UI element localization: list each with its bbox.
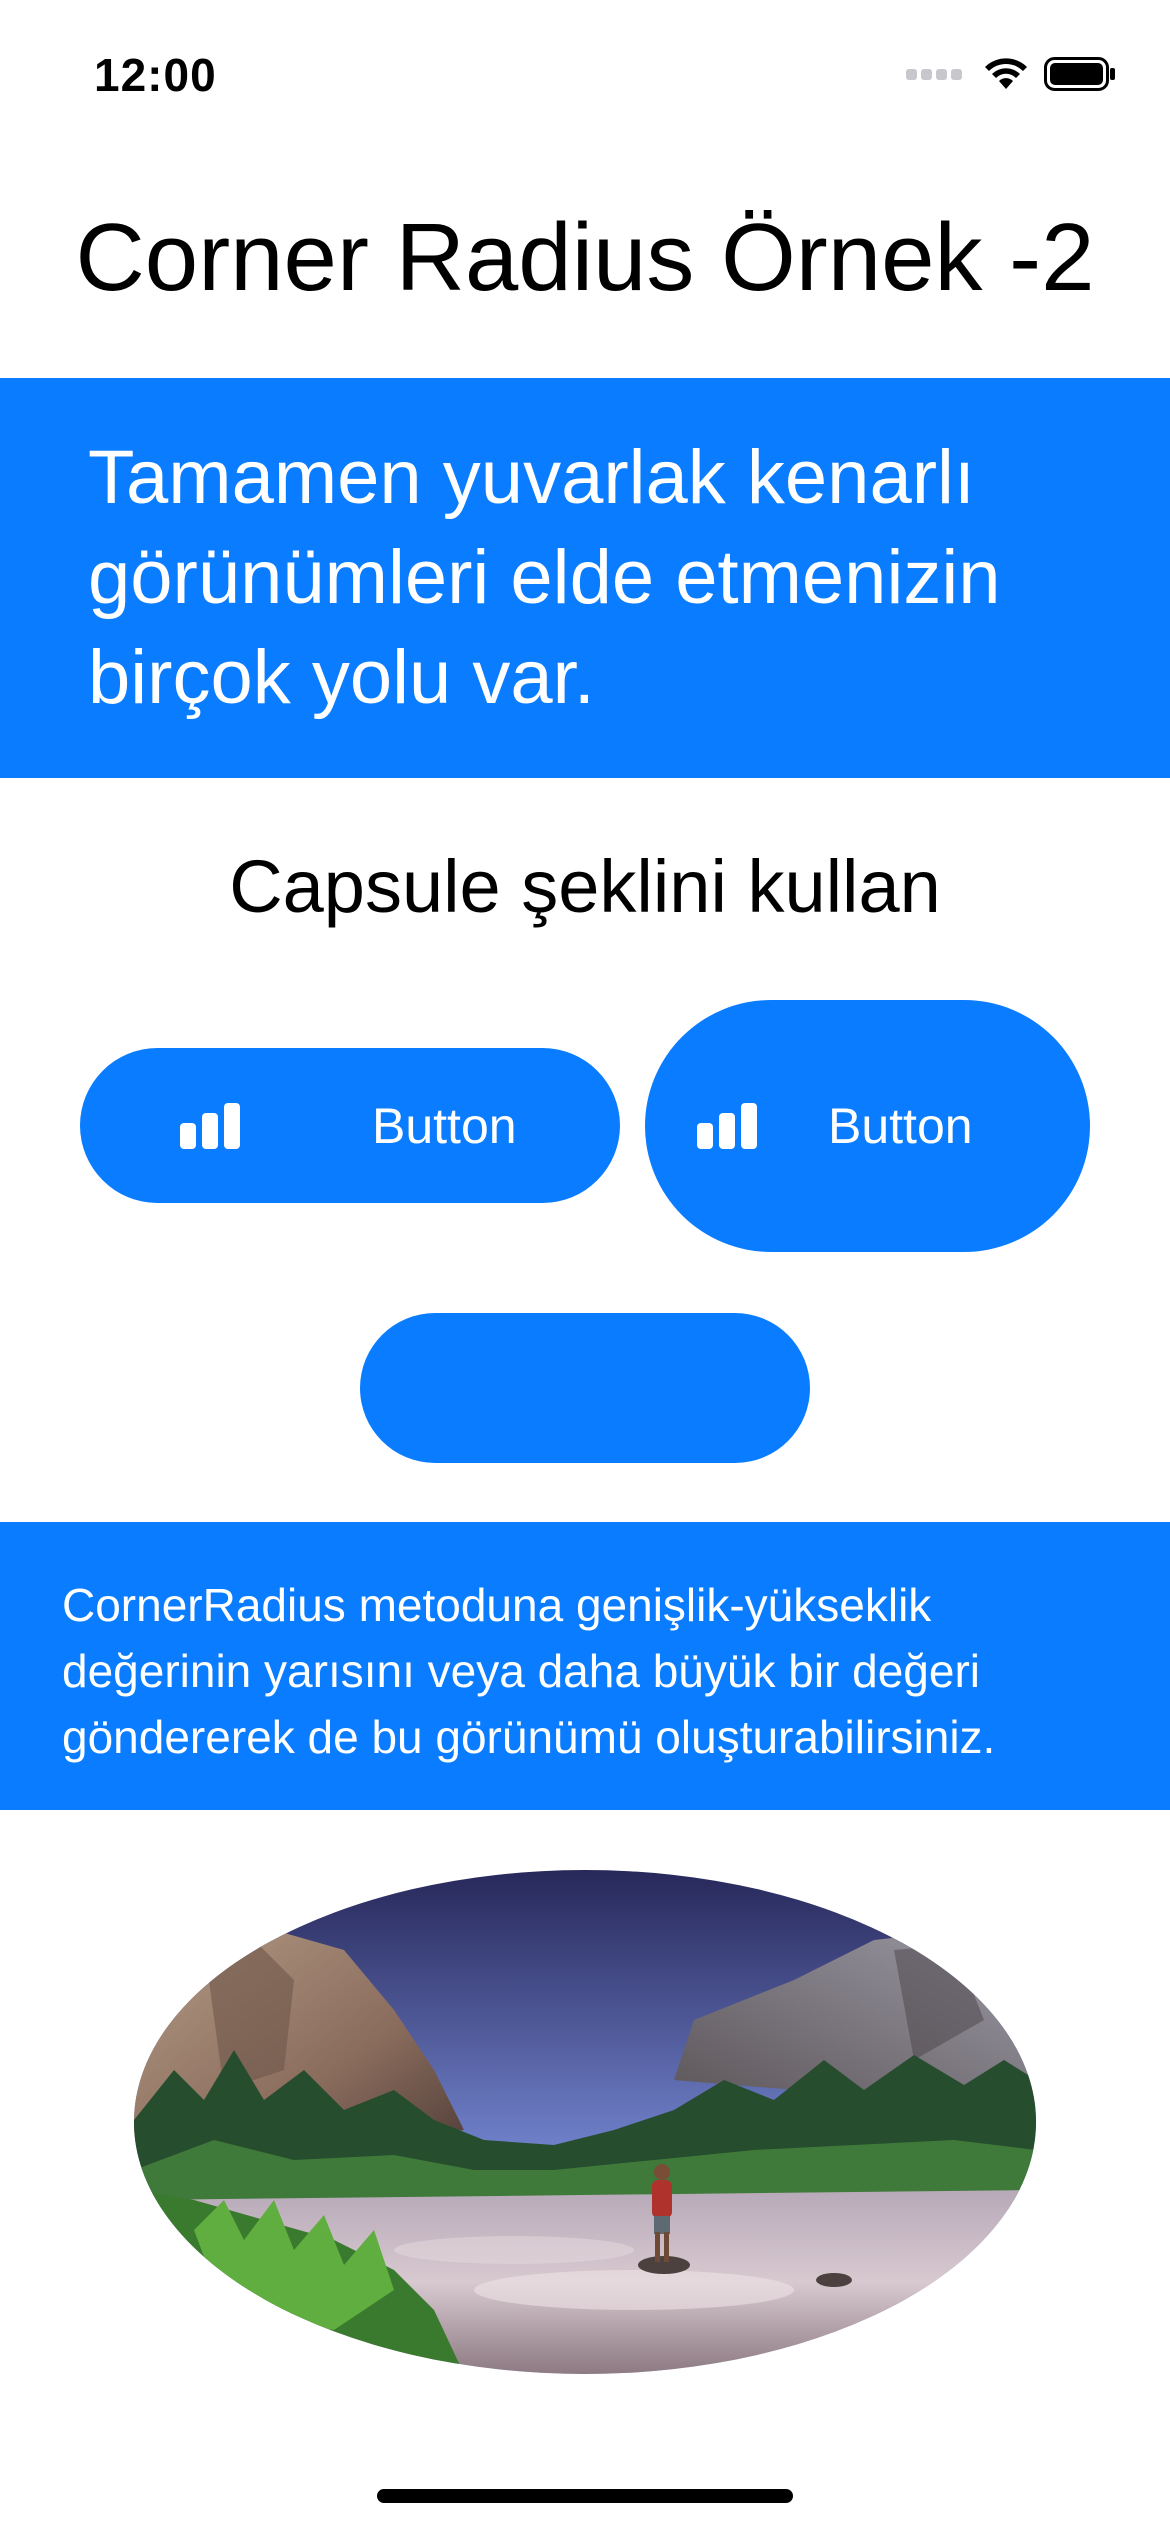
chart-bar-icon: [697, 1103, 757, 1149]
battery-icon: [1044, 57, 1115, 91]
mountain-valley-river-photo: [134, 1870, 1036, 2374]
status-icons: [906, 54, 1116, 94]
landscape-photo: [134, 1870, 1036, 2374]
cellular-signal-icon: [906, 68, 966, 80]
capsule-button-tall[interactable]: Button: [645, 1000, 1090, 1252]
page-title: Corner Radius Örnek -2: [75, 204, 1095, 311]
note-text: CornerRadius metoduna genişlik-yükseklik…: [62, 1579, 996, 1763]
note-banner: CornerRadius metoduna genişlik-yükseklik…: [0, 1522, 1170, 1810]
chart-bar-icon: [180, 1102, 240, 1149]
capsule-button-wide[interactable]: Button: [80, 1048, 620, 1203]
section-heading: Capsule şeklini kullan: [229, 845, 941, 928]
wifi-icon: [985, 58, 1027, 89]
intro-banner: Tamamen yuvarlak kenarlı görünümleri eld…: [0, 378, 1170, 778]
capsule-shape: [360, 1313, 810, 1463]
status-time: 12:00: [94, 49, 217, 101]
button-label: Button: [828, 1098, 973, 1154]
home-indicator[interactable]: [377, 2489, 793, 2503]
button-label: Button: [372, 1097, 517, 1154]
intro-text: Tamamen yuvarlak kenarlı görünümleri eld…: [88, 435, 1001, 720]
status-bar: 12:00: [0, 0, 1170, 150]
